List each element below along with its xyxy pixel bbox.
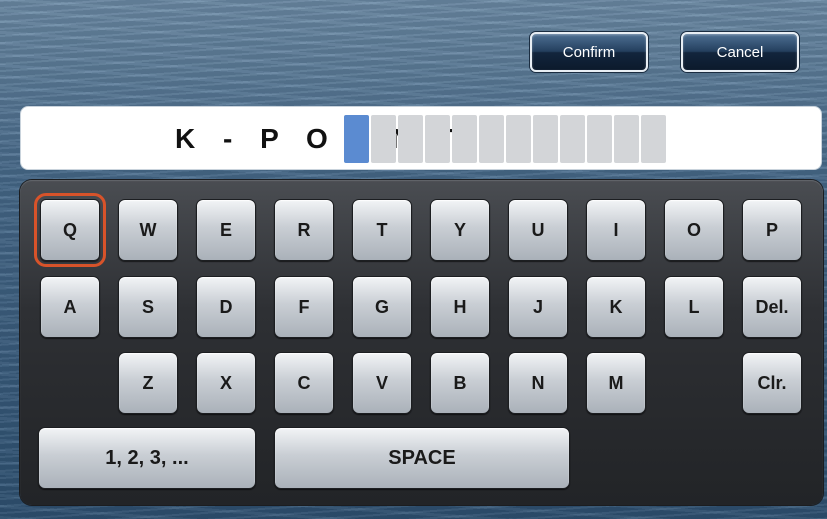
key-o[interactable]: O bbox=[664, 199, 724, 261]
key-a[interactable]: A bbox=[40, 276, 100, 338]
key-k[interactable]: K bbox=[586, 276, 646, 338]
empty-slot bbox=[614, 115, 639, 163]
key-f[interactable]: F bbox=[274, 276, 334, 338]
key-s[interactable]: S bbox=[118, 276, 178, 338]
clear-button[interactable]: Clr. bbox=[742, 352, 802, 414]
empty-slot bbox=[425, 115, 450, 163]
empty-slot bbox=[506, 115, 531, 163]
empty-slot bbox=[533, 115, 558, 163]
numbers-mode-button[interactable]: 1, 2, 3, ... bbox=[38, 427, 256, 489]
key-w[interactable]: W bbox=[118, 199, 178, 261]
key-e[interactable]: E bbox=[196, 199, 256, 261]
text-input-display[interactable]: K - P O I N T bbox=[20, 106, 822, 170]
empty-slot bbox=[479, 115, 504, 163]
character-slots bbox=[344, 115, 668, 163]
cancel-button[interactable]: Cancel bbox=[681, 32, 799, 72]
key-u[interactable]: U bbox=[508, 199, 568, 261]
delete-button[interactable]: Del. bbox=[742, 276, 802, 338]
empty-slot bbox=[587, 115, 612, 163]
empty-slot bbox=[641, 115, 666, 163]
key-c[interactable]: C bbox=[274, 352, 334, 414]
key-i[interactable]: I bbox=[586, 199, 646, 261]
empty-slot bbox=[371, 115, 396, 163]
key-p[interactable]: P bbox=[742, 199, 802, 261]
key-r[interactable]: R bbox=[274, 199, 334, 261]
key-m[interactable]: M bbox=[586, 352, 646, 414]
keyboard-panel: Q W E R T Y U I O P A S D F G H J K L De… bbox=[20, 180, 823, 505]
key-v[interactable]: V bbox=[352, 352, 412, 414]
cursor-slot bbox=[344, 115, 369, 163]
key-l[interactable]: L bbox=[664, 276, 724, 338]
empty-slot bbox=[560, 115, 585, 163]
confirm-button[interactable]: Confirm bbox=[530, 32, 648, 72]
key-n[interactable]: N bbox=[508, 352, 568, 414]
empty-slot bbox=[398, 115, 423, 163]
key-q[interactable]: Q bbox=[34, 193, 106, 267]
key-t[interactable]: T bbox=[352, 199, 412, 261]
key-x[interactable]: X bbox=[196, 352, 256, 414]
key-j[interactable]: J bbox=[508, 276, 568, 338]
key-z[interactable]: Z bbox=[118, 352, 178, 414]
key-h[interactable]: H bbox=[430, 276, 490, 338]
key-d[interactable]: D bbox=[196, 276, 256, 338]
key-g[interactable]: G bbox=[352, 276, 412, 338]
empty-slot bbox=[452, 115, 477, 163]
key-b[interactable]: B bbox=[430, 352, 490, 414]
space-button[interactable]: SPACE bbox=[274, 427, 570, 489]
key-y[interactable]: Y bbox=[430, 199, 490, 261]
